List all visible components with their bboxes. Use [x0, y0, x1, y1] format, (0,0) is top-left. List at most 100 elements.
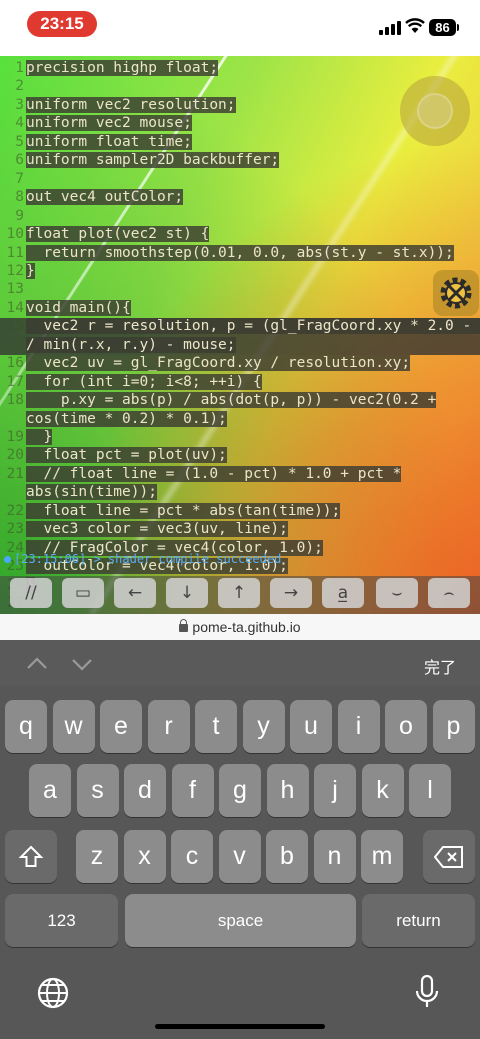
- space-key[interactable]: space: [125, 894, 356, 947]
- code-line[interactable]: uniform float time;: [26, 133, 192, 150]
- done-button[interactable]: 完了: [424, 654, 456, 678]
- redo-button[interactable]: ⌢: [428, 578, 470, 608]
- key-z[interactable]: z: [76, 830, 118, 883]
- key-c[interactable]: c: [171, 830, 213, 883]
- backspace-key[interactable]: [423, 830, 475, 883]
- line-number: 14: [6, 299, 24, 316]
- comment-button[interactable]: //: [10, 578, 52, 608]
- joystick-icon[interactable]: [400, 76, 470, 146]
- key-n[interactable]: n: [313, 830, 356, 883]
- line-number: 20: [6, 447, 24, 464]
- line-number: 21: [6, 465, 24, 482]
- keyboard: 完了 qwertyuiop asdfghjkl zxcvbnm 123 spac…: [0, 640, 480, 1039]
- key-u[interactable]: u: [290, 700, 332, 753]
- browser-url-bar[interactable]: pome-ta.github.io: [0, 614, 480, 640]
- code-line[interactable]: vec2 uv = gl_FragCoord.xy / resolution.x…: [26, 355, 411, 372]
- code-line[interactable]: uniform vec2 resolution;: [26, 96, 236, 113]
- wifi-icon: [405, 18, 425, 33]
- chevron-down-icon[interactable]: [71, 653, 93, 675]
- key-i[interactable]: i: [337, 700, 380, 753]
- line-number: 1: [15, 60, 24, 76]
- key-f[interactable]: f: [171, 764, 214, 817]
- code-line[interactable]: uniform vec2 mouse;: [26, 115, 192, 132]
- console-status-dot: [4, 556, 11, 563]
- line-number: 15: [6, 318, 24, 335]
- key-a[interactable]: a: [29, 764, 71, 817]
- code-line[interactable]: vec2 r = resolution, p = (gl_FragCoord.x…: [26, 318, 480, 335]
- key-m[interactable]: m: [361, 830, 403, 883]
- joystick-knob[interactable]: [417, 93, 453, 129]
- line-number: 3: [15, 96, 24, 113]
- key-p[interactable]: p: [432, 700, 475, 753]
- key-y[interactable]: y: [242, 700, 285, 753]
- cursor-left-button[interactable]: ←: [114, 578, 156, 608]
- key-o[interactable]: o: [385, 700, 427, 753]
- code-line[interactable]: vec3 color = vec3(uv, line);: [26, 521, 288, 538]
- cursor-down-button[interactable]: ↓: [166, 578, 208, 608]
- code-line[interactable]: return smoothstep(0.01, 0.0, abs(st.y - …: [26, 244, 454, 261]
- line-number: 18: [6, 392, 24, 409]
- key-j[interactable]: j: [314, 764, 356, 817]
- code-line[interactable]: float plot(vec2 st) {: [26, 226, 210, 243]
- code-line[interactable]: out vec4 outColor;: [26, 189, 184, 206]
- key-s[interactable]: s: [76, 764, 119, 817]
- line-number: 17: [6, 373, 24, 390]
- globe-icon[interactable]: [36, 976, 70, 1010]
- code-line[interactable]: }: [26, 262, 35, 279]
- keyboard-accessory-bar: 完了: [0, 640, 480, 686]
- numbers-key[interactable]: 123: [5, 894, 118, 947]
- cursor-right-button[interactable]: →: [270, 578, 312, 608]
- line-number: 23: [6, 521, 24, 538]
- code-line[interactable]: void main(){: [26, 299, 131, 316]
- line-number: 4: [15, 115, 24, 132]
- key-w[interactable]: w: [52, 700, 95, 753]
- key-q[interactable]: q: [5, 700, 47, 753]
- code-line[interactable]: }: [26, 429, 53, 445]
- key-d[interactable]: d: [124, 764, 166, 817]
- line-number: 11: [6, 244, 24, 261]
- lock-icon: [179, 619, 189, 632]
- code-line[interactable]: for (int i=0; i<8; ++i) {: [26, 373, 262, 390]
- undo-button[interactable]: ⌣: [376, 578, 418, 608]
- shader-canvas[interactable]: 1 precision highp float; 2 3 uniform vec2 re…: [0, 56, 480, 614]
- battery-icon: 86: [429, 19, 456, 36]
- key-t[interactable]: t: [195, 700, 237, 753]
- backspace-icon: [433, 846, 463, 868]
- key-x[interactable]: x: [123, 830, 166, 883]
- cellular-signal-icon: [379, 21, 401, 35]
- code-line[interactable]: p.xy = abs(p) / abs(dot(p, p)) - vec2(0.…: [26, 392, 437, 409]
- line-number: 22: [6, 502, 24, 519]
- code-line[interactable]: precision highp float;: [26, 60, 219, 76]
- url-text: pome-ta.github.io: [192, 619, 301, 635]
- line-number: 16: [6, 355, 24, 372]
- select-word-button[interactable]: a̲: [322, 578, 364, 608]
- console-log: [23:15:06] > shader compile succeeded: [0, 549, 480, 571]
- key-k[interactable]: k: [361, 764, 404, 817]
- code-line[interactable]: float line = pct * abs(tan(time));: [26, 502, 341, 519]
- key-g[interactable]: g: [219, 764, 261, 817]
- line-number: 7: [15, 170, 24, 187]
- line-number: 13: [6, 281, 24, 298]
- key-b[interactable]: b: [266, 830, 308, 883]
- select-block-button[interactable]: ▭: [62, 578, 104, 608]
- cursor-up-button[interactable]: ↑: [218, 578, 260, 608]
- mic-icon[interactable]: [414, 974, 440, 1010]
- key-l[interactable]: l: [409, 764, 451, 817]
- code-line[interactable]: abs(sin(time));: [26, 484, 157, 501]
- code-line[interactable]: // float line = (1.0 - pct) * 1.0 + pct …: [26, 465, 402, 482]
- code-line[interactable]: float pct = plot(uv);: [26, 447, 227, 464]
- key-e[interactable]: e: [100, 700, 142, 753]
- key-h[interactable]: h: [266, 764, 309, 817]
- code-line[interactable]: uniform sampler2D backbuffer;: [26, 152, 280, 169]
- chevron-up-icon[interactable]: [26, 653, 48, 675]
- line-number: 10: [6, 226, 24, 243]
- code-line[interactable]: / min(r.x, r.y) - mouse;: [26, 336, 236, 353]
- key-r[interactable]: r: [147, 700, 190, 753]
- gear-tools-icon[interactable]: [433, 270, 479, 316]
- return-key[interactable]: return: [362, 894, 475, 947]
- shift-key[interactable]: [5, 830, 57, 883]
- key-v[interactable]: v: [218, 830, 261, 883]
- line-number: 6: [15, 152, 24, 169]
- status-time: 23:15: [27, 11, 97, 37]
- code-line[interactable]: cos(time * 0.2) * 0.1);: [26, 410, 227, 427]
